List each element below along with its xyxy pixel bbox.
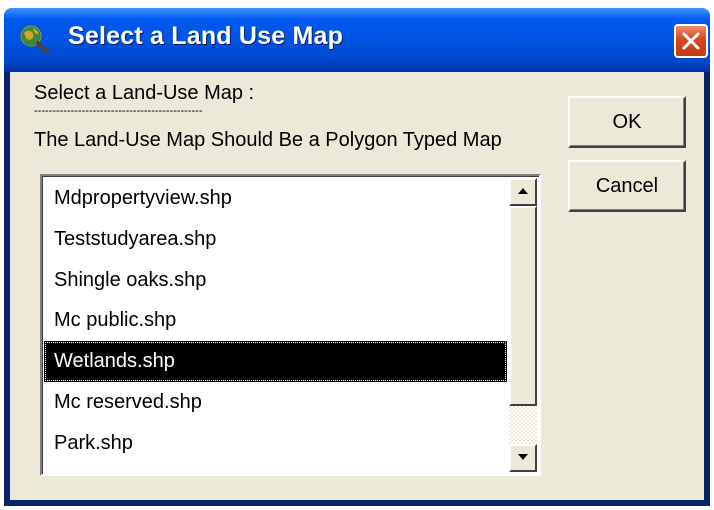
list-item-selected[interactable]: Wetlands.shp — [44, 341, 507, 382]
dialog-window: Select a Land Use Map Select a Land-Use … — [4, 8, 710, 506]
close-icon — [682, 32, 700, 50]
list-item[interactable]: Teststudyarea.shp — [44, 219, 507, 260]
triangle-down-icon — [518, 454, 528, 460]
list-items: Mdpropertyview.shp Teststudyarea.shp Shi… — [44, 178, 507, 474]
list-item[interactable]: Mdpropertyview.shp — [44, 178, 507, 219]
scroll-down-button[interactable] — [509, 444, 537, 472]
list-item[interactable]: Stream_gon.shp — [44, 464, 507, 474]
scroll-thumb[interactable] — [509, 206, 537, 406]
title-bar[interactable]: Select a Land Use Map — [4, 8, 710, 72]
triangle-up-icon — [518, 188, 528, 194]
separator-line: ----------------------------------------… — [34, 105, 203, 117]
list-item[interactable]: Mc public.shp — [44, 300, 507, 341]
scroll-up-button[interactable] — [509, 178, 537, 206]
dialog-body: Select a Land-Use Map : ----------------… — [10, 72, 704, 500]
window-title: Select a Land Use Map — [68, 22, 344, 50]
globe-magnifier-icon — [20, 25, 49, 54]
list-item[interactable]: Shingle oaks.shp — [44, 260, 507, 301]
close-button[interactable] — [674, 24, 708, 58]
list-item[interactable]: Park.shp — [44, 423, 507, 464]
prompt-label: Select a Land-Use Map : — [34, 82, 255, 104]
land-use-map-list[interactable]: Mdpropertyview.shp Teststudyarea.shp Shi… — [40, 174, 541, 476]
list-item[interactable]: Mc reserved.shp — [44, 382, 507, 423]
ok-button[interactable]: OK — [568, 96, 686, 148]
polygon-note-label: The Land-Use Map Should Be a Polygon Typ… — [34, 129, 502, 151]
vertical-scrollbar[interactable] — [509, 178, 537, 472]
cancel-button[interactable]: Cancel — [568, 160, 686, 212]
